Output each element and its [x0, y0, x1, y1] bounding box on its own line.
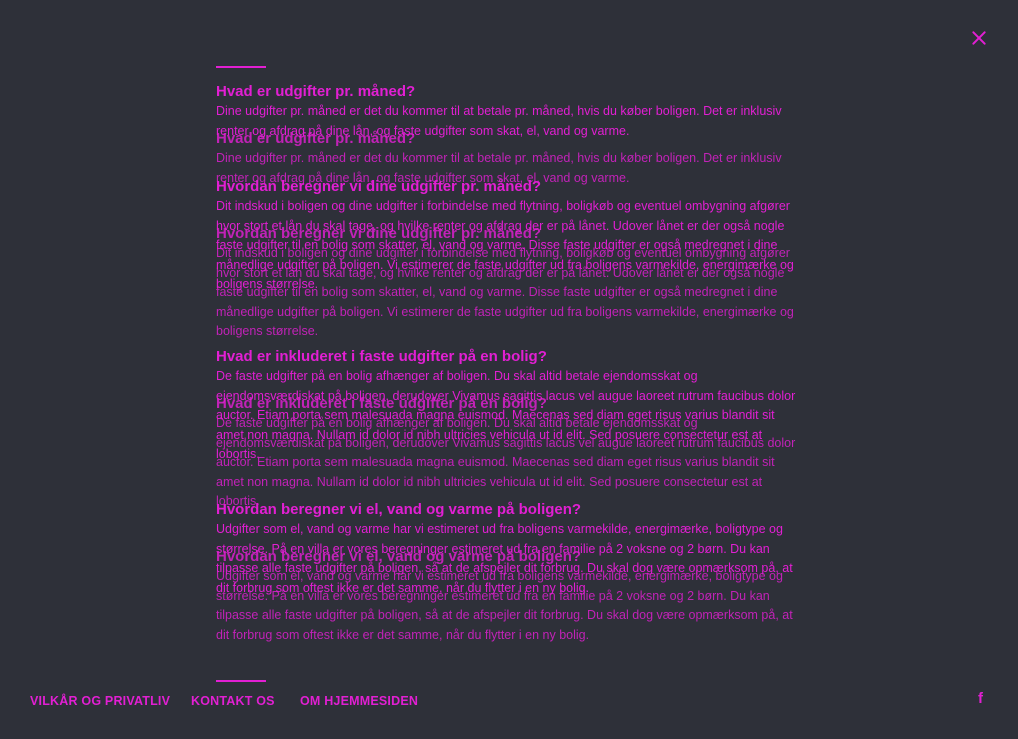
faq-question[interactable]: Hvad er inkluderet i faste udgifter på e… — [216, 346, 804, 367]
bottom-divider — [216, 680, 266, 682]
faq-question[interactable]: Hvad er udgifter pr. måned? — [216, 128, 804, 149]
faq-answer: De faste udgifter på en bolig afhænger a… — [216, 416, 796, 508]
footer-link-contact[interactable]: KONTAKT OS — [191, 694, 275, 708]
faq-item: Hvordan beregner vi dine udgifter pr. må… — [216, 223, 804, 342]
footer: VILKÅR OG PRIVATLIV KONTAKT OS OM HJEMME… — [0, 688, 1018, 718]
top-divider — [216, 66, 266, 68]
close-icon[interactable] — [967, 26, 991, 50]
faq-list-ghost: Hvad er udgifter pr. måned? Dine udgifte… — [216, 128, 804, 642]
faq-answer: Udgifter som el, vand og varme har vi es… — [216, 569, 793, 642]
facebook-icon[interactable]: f — [978, 690, 983, 707]
faq-item: Hvad er inkluderet i faste udgifter på e… — [216, 393, 804, 512]
faq-question[interactable]: Hvad er udgifter pr. måned? — [216, 81, 804, 102]
faq-item: Hvad er udgifter pr. måned? Dine udgifte… — [216, 128, 804, 188]
faq-question[interactable]: Hvordan beregner vi dine udgifter pr. må… — [216, 223, 804, 244]
footer-link-terms[interactable]: VILKÅR OG PRIVATLIV — [30, 694, 170, 708]
faq-question[interactable]: Hvordan beregner vi el, vand og varme på… — [216, 546, 804, 567]
faq-answer: Dit indskud i boligen og dine udgifter i… — [216, 246, 794, 338]
faq-answer: Dine udgifter pr. måned er det du kommer… — [216, 151, 782, 185]
footer-link-about[interactable]: OM HJEMMESIDEN — [300, 694, 418, 708]
faq-question[interactable]: Hvad er inkluderet i faste udgifter på e… — [216, 393, 804, 414]
faq-item: Hvordan beregner vi el, vand og varme på… — [216, 546, 804, 645]
faq-item: Hvad er udgifter pr. måned? Dine udgifte… — [216, 81, 804, 138]
faq-list: Hvad er udgifter pr. måned? Dine udgifte… — [216, 81, 804, 595]
